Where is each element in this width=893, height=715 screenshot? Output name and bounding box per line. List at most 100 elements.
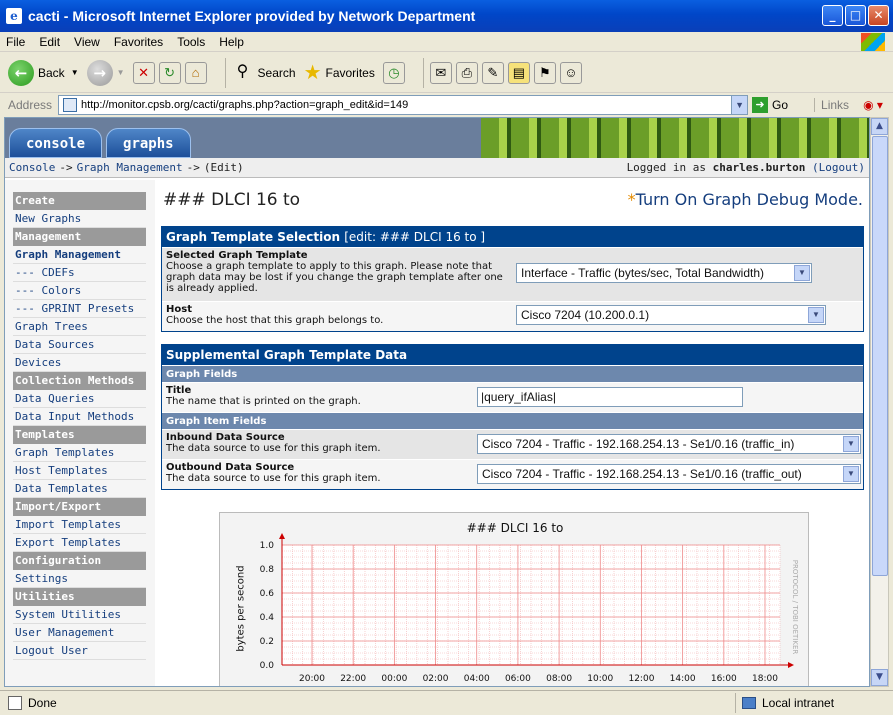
- y-axis-arrow: [279, 533, 285, 539]
- sidebar-item-graph-management[interactable]: Graph Management: [13, 246, 146, 264]
- vertical-scrollbar[interactable]: ▲ ▼: [870, 117, 889, 687]
- sidebar-header-utilities: Utilities: [13, 588, 146, 606]
- sidebar-item-system-utilities[interactable]: System Utilities: [13, 606, 146, 624]
- sidebar-menu: Create New Graphs Management Graph Manageme…: [13, 192, 146, 660]
- edit-icon[interactable]: ✎: [481, 61, 504, 84]
- back-arrow-icon: ←: [8, 59, 34, 86]
- sidebar-item-new-graphs[interactable]: New Graphs: [13, 210, 146, 228]
- discuss-icon[interactable]: ▤: [507, 61, 530, 84]
- graph-template-selection-box: Graph Template Selection [edit: ### DLCI…: [161, 226, 864, 332]
- maximize-button[interactable]: □: [845, 5, 866, 26]
- outbound-data-source-select[interactable]: Cisco 7204 - Traffic - 192.168.254.13 - …: [477, 464, 861, 484]
- menu-bar: File Edit View Favorites Tools Help: [0, 32, 893, 52]
- sidebar-item-host-templates[interactable]: Host Templates: [13, 462, 146, 480]
- home-icon[interactable]: ⌂: [184, 61, 207, 84]
- x-tick-label: 22:00: [340, 674, 366, 684]
- x-tick-label: 14:00: [670, 674, 696, 684]
- sidebar-item-user-management[interactable]: User Management: [13, 624, 146, 642]
- logout-link[interactable]: (Logout): [812, 161, 865, 174]
- x-tick-label: 20:00: [299, 674, 325, 684]
- x-tick-label: 00:00: [381, 674, 407, 684]
- go-button[interactable]: ➜ Go: [752, 97, 788, 113]
- history-icon[interactable]: ◷: [382, 61, 405, 84]
- graph-debug-link[interactable]: *Turn On Graph Debug Mode.: [628, 190, 863, 209]
- x-tick-label: 02:00: [423, 674, 449, 684]
- page-icon: [63, 98, 78, 112]
- refresh-icon[interactable]: ↻: [158, 61, 181, 84]
- tab-graphs[interactable]: graphs: [106, 128, 191, 158]
- stop-icon[interactable]: ✕: [132, 61, 155, 84]
- address-bar: Address http://monitor.cpsb.org/cacti/gr…: [0, 94, 893, 116]
- page-viewport: console graphs Console -> Graph Manageme…: [4, 117, 870, 687]
- forward-button[interactable]: → ▼: [86, 59, 125, 86]
- scroll-thumb[interactable]: [872, 136, 888, 576]
- security-zone: Local intranet: [735, 693, 834, 713]
- sidebar-item-data-templates[interactable]: Data Templates: [13, 480, 146, 498]
- scroll-down-icon[interactable]: ▼: [871, 669, 888, 686]
- sidebar-item-settings[interactable]: Settings: [13, 570, 146, 588]
- research-icon[interactable]: ⚑: [533, 61, 556, 84]
- dropdown-arrow-icon: ▼: [808, 307, 824, 323]
- sidebar-item-export-templates[interactable]: Export Templates: [13, 534, 146, 552]
- sidebar-item-devices[interactable]: Devices: [13, 354, 146, 372]
- menu-file[interactable]: File: [6, 35, 25, 49]
- x-axis-arrow: [788, 662, 794, 668]
- sidebar-header-templates: Templates: [13, 426, 146, 444]
- inbound-data-source-select[interactable]: Cisco 7204 - Traffic - 192.168.254.13 - …: [477, 434, 861, 454]
- x-tick-label: 10:00: [587, 674, 613, 684]
- scroll-up-icon[interactable]: ▲: [871, 118, 888, 135]
- sidebar-item-gprint-presets[interactable]: --- GPRINT Presets: [13, 300, 146, 318]
- x-tick-label: 06:00: [505, 674, 531, 684]
- go-arrow-icon: ➜: [752, 97, 769, 113]
- title-input[interactable]: |query_ifAlias|: [477, 387, 743, 407]
- mail-icon[interactable]: ✉: [429, 61, 452, 84]
- title-row: Title The name that is printed on the gr…: [162, 382, 863, 412]
- sidebar-item-graph-templates[interactable]: Graph Templates: [13, 444, 146, 462]
- menu-tools[interactable]: Tools: [177, 35, 205, 49]
- links-button[interactable]: Links: [814, 98, 849, 112]
- address-label: Address: [8, 98, 53, 112]
- back-button[interactable]: ← Back ▼: [8, 59, 79, 86]
- sidebar-item-cdefs[interactable]: --- CDEFs: [13, 264, 146, 282]
- y-tick-label: 0.4: [260, 613, 275, 623]
- breadcrumb-graph-management[interactable]: Graph Management: [77, 161, 183, 174]
- breadcrumb-edit: (Edit): [203, 161, 244, 174]
- sidebar-item-data-queries[interactable]: Data Queries: [13, 390, 146, 408]
- menu-favorites[interactable]: Favorites: [114, 35, 163, 49]
- sidebar-item-colors[interactable]: --- Colors: [13, 282, 146, 300]
- host-row: Host Choose the host that this graph bel…: [162, 301, 863, 331]
- forward-arrow-icon: →: [86, 59, 113, 86]
- sidebar-item-data-sources[interactable]: Data Sources: [13, 336, 146, 354]
- host-select[interactable]: Cisco 7204 (10.200.0.1) ▼: [516, 305, 826, 325]
- norton-icon[interactable]: ◉ ▾: [863, 98, 883, 112]
- address-input[interactable]: http://monitor.cpsb.org/cacti/graphs.php…: [58, 95, 749, 115]
- tab-console[interactable]: console: [9, 128, 103, 158]
- sidebar-header-import-export: Import/Export: [13, 498, 146, 516]
- x-tick-label: 18:00: [752, 674, 778, 684]
- address-url: http://monitor.cpsb.org/cacti/graphs.php…: [81, 99, 409, 111]
- graph-template-select[interactable]: Interface - Traffic (bytes/sec, Total Ba…: [516, 263, 812, 283]
- inbound-row: Inbound Data Source The data source to u…: [162, 429, 863, 459]
- intranet-icon: [742, 697, 756, 709]
- x-tick-label: 08:00: [546, 674, 572, 684]
- sidebar-item-import-templates[interactable]: Import Templates: [13, 516, 146, 534]
- outbound-row: Outbound Data Source The data source to …: [162, 459, 863, 489]
- sidebar-item-data-input-methods[interactable]: Data Input Methods: [13, 408, 146, 426]
- close-button[interactable]: ✕: [868, 5, 889, 26]
- search-button[interactable]: ⚲ Search: [232, 62, 296, 84]
- favorites-button[interactable]: ★ Favorites: [304, 60, 375, 85]
- sidebar-item-graph-trees[interactable]: Graph Trees: [13, 318, 146, 336]
- sidebar-item-logout-user[interactable]: Logout User: [13, 642, 146, 660]
- minimize-button[interactable]: _: [822, 5, 843, 26]
- menu-view[interactable]: View: [74, 35, 100, 49]
- y-tick-label: 0.0: [260, 661, 275, 671]
- address-dropdown-icon[interactable]: ▼: [731, 96, 748, 114]
- menu-edit[interactable]: Edit: [39, 35, 60, 49]
- y-tick-label: 0.6: [260, 589, 275, 599]
- x-tick-label: 04:00: [464, 674, 490, 684]
- messenger-icon[interactable]: ☺: [559, 61, 582, 84]
- print-icon[interactable]: ⎙: [455, 61, 478, 84]
- menu-help[interactable]: Help: [219, 35, 244, 49]
- sidebar-header-collection-methods: Collection Methods: [13, 372, 146, 390]
- breadcrumb-console[interactable]: Console: [9, 161, 55, 174]
